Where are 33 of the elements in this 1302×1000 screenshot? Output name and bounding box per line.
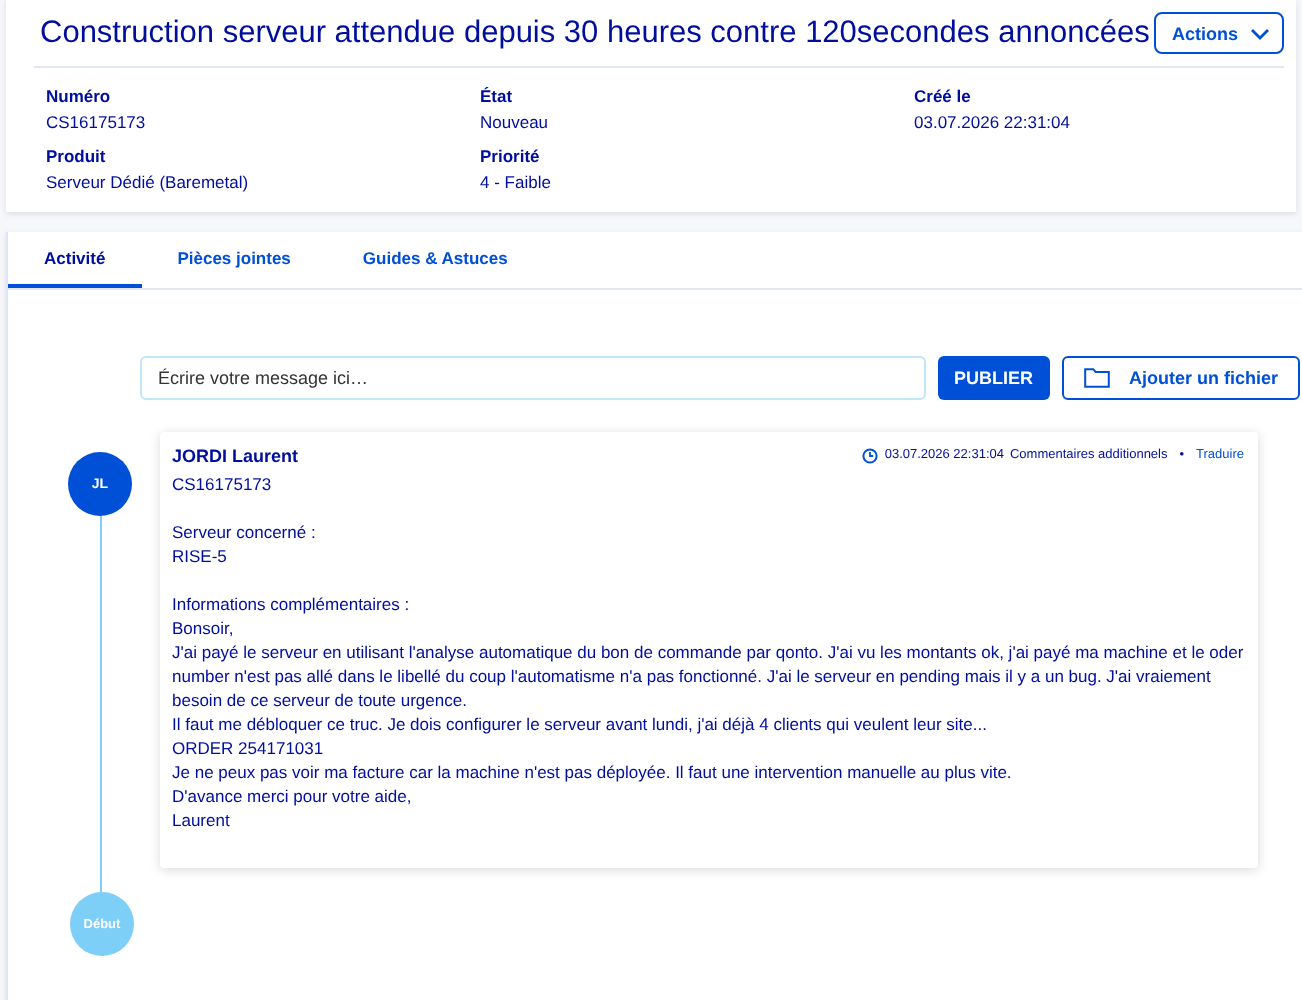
message-line: Il faut me débloquer ce truc. Je dois configurer le serveur avant lundi, j'ai déjà 4 clients qui veulent leur site...	[172, 712, 989, 736]
field-value: Nouveau	[480, 112, 551, 132]
field-label: Numéro	[46, 86, 113, 106]
message-line: ORDER 254171031	[172, 736, 326, 760]
message-line: Je ne peux pas voir ma facture car la machine n'est pas déployée. Il faut une intervention manuelle au plus vite.	[172, 760, 1014, 784]
message-line: Informations complémentaires :	[172, 592, 412, 616]
message-line: RISE-5	[172, 544, 229, 568]
message-line: J'ai payé le serveur en utilisant l'analyse automatique du bon de commande par qonto. J'ai vu les montants ok, j'ai payé ma machine et le oder number n'est pas allé dans le libellé du coup l'automatisme n'a pas fonctionné. J'ai le serveur en pending mais il y a un bug. J'ai vraiement besoin de ce serveur de toute urgence.	[172, 640, 1244, 712]
actions-button[interactable]: Actions	[1153, 12, 1284, 54]
message-line: Serveur concerné :	[172, 520, 318, 544]
clock-icon	[862, 448, 879, 464]
field-label: Priorité	[480, 146, 542, 166]
author-name: JORDI Laurent	[172, 444, 299, 468]
field-value: 03.07.2026 22:31:04	[914, 112, 1072, 132]
ticket-title: Construction serveur attendue depuis 30 heures contre 120secondes annoncées	[38, 15, 1150, 51]
field-label: État	[480, 86, 515, 106]
folder-icon	[1083, 368, 1110, 388]
tab[interactable]: Guides & Astuces	[326, 232, 544, 288]
message-line: Bonsoir,	[172, 616, 236, 640]
field-label: Produit	[46, 146, 108, 166]
message-field[interactable]: Écrire votre message ici…	[140, 356, 926, 400]
field-value: 4 - Faible	[480, 172, 553, 192]
message-line: D'avance merci pour votre aide,	[172, 784, 414, 808]
attach-file-button[interactable]: Ajouter un fichier	[1061, 356, 1301, 400]
tab[interactable]: Activité	[8, 232, 142, 288]
tab[interactable]: Pièces jointes	[141, 232, 327, 288]
field-label: Créé le	[914, 86, 973, 106]
publish-button[interactable]: PUBLIER	[938, 356, 1050, 400]
field-value: CS16175173	[46, 112, 148, 132]
message-line: CS16175173	[172, 472, 274, 496]
message-line: Laurent	[172, 808, 232, 832]
field-value: Serveur Dédié (Baremetal)	[46, 172, 251, 192]
chevron-down-icon	[1250, 27, 1270, 39]
